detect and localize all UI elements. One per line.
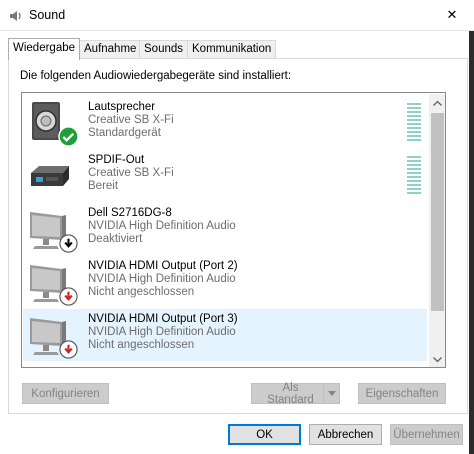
- device-description: NVIDIA High Definition Audio: [88, 273, 236, 285]
- chevron-down-icon: [433, 356, 442, 362]
- device-item-hdmi-port-2[interactable]: NVIDIA HDMI Output (Port 2) NVIDIA High …: [23, 256, 427, 308]
- tab-aufnahme[interactable]: Aufnahme: [79, 40, 142, 59]
- set-default-button[interactable]: Als Standard: [251, 381, 340, 406]
- device-status: Deaktiviert: [88, 233, 143, 245]
- device-name: NVIDIA HDMI Output (Port 2): [88, 260, 238, 272]
- device-item-spdif-out[interactable]: SPDIF-Out Creative SB X-Fi Bereit: [23, 150, 427, 202]
- set-default-dropdown[interactable]: [323, 384, 339, 403]
- default-check-icon: [58, 126, 79, 147]
- unplugged-arrow-icon: [59, 287, 78, 306]
- device-item-hdmi-port-3[interactable]: NVIDIA HDMI Output (Port 3) NVIDIA High …: [23, 309, 427, 361]
- device-description: NVIDIA High Definition Audio: [88, 220, 236, 232]
- device-name: Dell S2716DG-8: [88, 207, 172, 219]
- level-meter: [407, 156, 421, 196]
- close-icon: ✕: [446, 7, 458, 22]
- configure-button[interactable]: Konfigurieren: [22, 383, 109, 404]
- device-name: SPDIF-Out: [88, 154, 145, 166]
- device-description: Creative SB X-Fi: [88, 167, 174, 179]
- scroll-down-button[interactable]: [429, 351, 445, 367]
- apply-button[interactable]: Übernehmen: [390, 424, 463, 445]
- tab-wiedergabe[interactable]: Wiedergabe: [8, 38, 81, 60]
- panel-heading: Die folgenden Audiowiedergabegeräte sind…: [20, 70, 292, 82]
- device-status: Nicht angeschlossen: [88, 339, 195, 351]
- title-bar: Sound ✕: [0, 0, 474, 31]
- properties-button[interactable]: Eigenschaften: [358, 383, 446, 404]
- digital-output-icon: [31, 166, 69, 186]
- device-status: Nicht angeschlossen: [88, 286, 195, 298]
- device-status: Standardgerät: [88, 127, 161, 139]
- device-name: NVIDIA HDMI Output (Port 3): [88, 313, 238, 325]
- device-list-scrollbar[interactable]: [429, 94, 445, 367]
- sound-app-icon: [10, 11, 21, 21]
- tab-sounds[interactable]: Sounds: [139, 40, 189, 59]
- ok-button[interactable]: OK: [228, 424, 301, 445]
- device-list[interactable]: Lautsprecher Creative SB X-Fi Standardge…: [21, 92, 446, 368]
- device-item-lautsprecher[interactable]: Lautsprecher Creative SB X-Fi Standardge…: [23, 97, 427, 149]
- device-item-dell-s2716dg[interactable]: Dell S2716DG-8 NVIDIA High Definition Au…: [23, 203, 427, 255]
- disabled-arrow-icon: [59, 234, 78, 253]
- chevron-up-icon: [433, 100, 442, 106]
- tab-kommunikation[interactable]: Kommunikation: [187, 40, 277, 59]
- close-button[interactable]: ✕: [430, 0, 474, 30]
- device-description: NVIDIA High Definition Audio: [88, 326, 236, 338]
- cancel-button[interactable]: Abbrechen: [309, 424, 382, 445]
- scrollbar-thumb[interactable]: [431, 113, 444, 311]
- chevron-down-icon: [327, 391, 336, 396]
- device-status: Bereit: [88, 180, 119, 192]
- scroll-up-button[interactable]: [429, 94, 445, 111]
- device-name: Lautsprecher: [88, 101, 156, 113]
- set-default-label: Als Standard: [267, 381, 314, 406]
- window-title: Sound: [29, 8, 66, 22]
- background-window-edge: [469, 31, 474, 454]
- unplugged-arrow-icon: [59, 340, 78, 359]
- level-meter: [407, 103, 421, 143]
- device-description: Creative SB X-Fi: [88, 114, 174, 126]
